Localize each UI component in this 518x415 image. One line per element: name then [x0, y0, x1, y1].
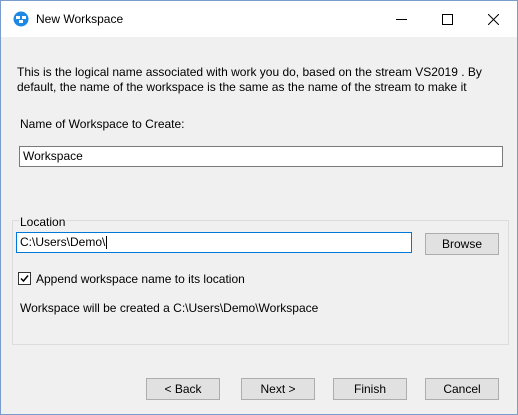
minimize-button[interactable] — [379, 1, 425, 37]
browse-button[interactable]: Browse — [425, 233, 499, 255]
checkmark-icon — [20, 275, 29, 283]
minimize-icon — [396, 19, 407, 20]
window-title: New Workspace — [36, 12, 124, 26]
finish-button[interactable]: Finish — [333, 378, 407, 400]
close-button[interactable] — [471, 1, 517, 37]
workspace-name-input[interactable]: Workspace — [19, 146, 503, 167]
title-bar[interactable]: New Workspace — [1, 1, 517, 37]
append-name-label[interactable]: Append workspace name to its location — [36, 272, 245, 286]
maximize-button[interactable] — [425, 1, 471, 37]
location-group-label: Location — [19, 215, 67, 229]
maximize-icon — [442, 14, 453, 25]
workspace-app-icon — [13, 11, 29, 27]
created-path-text: Workspace will be created a C:\Users\Dem… — [20, 301, 319, 315]
workspace-name-label: Name of Workspace to Create: — [20, 117, 185, 131]
cancel-button[interactable]: Cancel — [425, 378, 499, 400]
location-path-text: C:\Users\Demo\ — [20, 235, 106, 249]
location-path-input[interactable]: C:\Users\Demo\ — [16, 232, 412, 253]
back-button[interactable]: < Back — [146, 378, 220, 400]
append-name-checkbox[interactable] — [18, 272, 31, 285]
text-caret — [106, 236, 108, 250]
new-workspace-dialog: New Workspace This is the logical name a… — [0, 0, 518, 415]
description-text: This is the logical name associated with… — [17, 65, 482, 94]
close-icon — [488, 14, 499, 25]
next-button[interactable]: Next > — [241, 378, 315, 400]
